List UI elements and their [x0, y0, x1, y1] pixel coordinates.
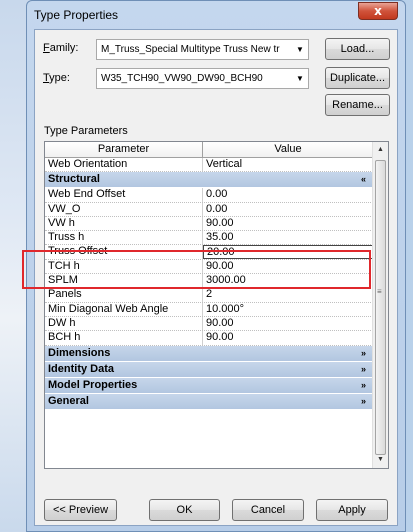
- param-value[interactable]: 2: [203, 288, 373, 301]
- param-name: VW_O: [45, 202, 203, 216]
- table-row[interactable]: TCH h 90.00: [45, 259, 373, 275]
- group-identity-data[interactable]: Identity Data »: [45, 361, 373, 378]
- family-value: M_Truss_Special Multitype Truss New tr: [101, 44, 280, 55]
- ok-button-label: OK: [176, 504, 193, 516]
- param-value[interactable]: 35.00: [203, 231, 373, 244]
- table-row[interactable]: DW h 90.00: [45, 316, 373, 332]
- type-properties-dialog: Type Properties x Family: M_Truss_Specia…: [26, 0, 406, 532]
- table-row[interactable]: Truss Offset 20.00: [45, 245, 373, 260]
- load-button-label: Load...: [340, 43, 375, 55]
- param-value[interactable]: 10.000°: [203, 303, 373, 316]
- table-row[interactable]: SPLM 3000.00: [45, 274, 373, 289]
- group-label: Identity Data: [48, 362, 115, 375]
- table-row[interactable]: Web Orientation Vertical: [45, 158, 373, 173]
- grip-icon: ≡: [377, 287, 382, 296]
- param-value[interactable]: 3000.00: [203, 274, 373, 287]
- dialog-title: Type Properties: [34, 8, 119, 22]
- preview-button[interactable]: << Preview: [44, 499, 117, 521]
- scroll-up-icon[interactable]: ▲: [373, 142, 388, 158]
- param-value[interactable]: 0.00: [203, 203, 373, 216]
- param-value[interactable]: Vertical: [203, 158, 373, 171]
- param-value[interactable]: 90.00: [203, 260, 373, 273]
- duplicate-button-label: Duplicate...: [329, 72, 386, 84]
- type-value: W35_TCH90_VW90_DW90_BCH90: [101, 73, 263, 84]
- column-header-parameter[interactable]: Parameter: [45, 142, 203, 157]
- grid-scrollbar[interactable]: ▲ ≡ ▼: [372, 142, 388, 468]
- type-dropdown[interactable]: W35_TCH90_VW90_DW90_BCH90 ▼: [96, 68, 309, 89]
- group-label: General: [48, 394, 89, 407]
- load-button[interactable]: Load...: [325, 38, 390, 60]
- type-parameters-grid: Parameter Value Web Orientation Vertical…: [44, 141, 389, 469]
- chevron-down-icon: »: [360, 347, 366, 358]
- rename-button[interactable]: Rename...: [325, 94, 390, 116]
- table-row[interactable]: Web End Offset 0.00: [45, 188, 373, 203]
- param-name: BCH h: [45, 331, 203, 345]
- chevron-up-icon: «: [360, 174, 366, 185]
- param-name: VW h: [45, 216, 203, 231]
- chevron-down-icon: »: [360, 363, 366, 374]
- param-name: Web Orientation: [45, 158, 203, 172]
- table-row[interactable]: VW h 90.00: [45, 216, 373, 232]
- group-model-properties[interactable]: Model Properties »: [45, 377, 373, 394]
- scroll-thumb[interactable]: [375, 160, 386, 455]
- param-value[interactable]: 20.00: [203, 245, 373, 259]
- type-parameters-title: Type Parameters: [44, 125, 128, 137]
- param-name: Panels: [45, 288, 203, 302]
- family-label: Family:: [43, 42, 79, 54]
- table-row[interactable]: Min Diagonal Web Angle 10.000°: [45, 302, 373, 317]
- duplicate-button[interactable]: Duplicate...: [325, 67, 390, 89]
- close-button[interactable]: x: [358, 2, 398, 20]
- apply-button-label: Apply: [338, 504, 366, 516]
- group-label: Structural: [48, 173, 100, 186]
- table-row[interactable]: Panels 2: [45, 288, 373, 303]
- chevron-down-icon: »: [360, 379, 366, 390]
- group-structural[interactable]: Structural «: [45, 172, 373, 189]
- grid-header: Parameter Value: [45, 142, 373, 158]
- group-label: Model Properties: [48, 378, 138, 391]
- param-name: Min Diagonal Web Angle: [45, 302, 203, 316]
- column-header-value[interactable]: Value: [203, 142, 373, 157]
- ok-button[interactable]: OK: [149, 499, 220, 521]
- group-label: Dimensions: [48, 346, 111, 359]
- group-dimensions[interactable]: Dimensions »: [45, 345, 373, 362]
- title-bar: Type Properties x: [27, 1, 405, 29]
- preview-button-label: << Preview: [52, 504, 109, 516]
- group-general[interactable]: General »: [45, 393, 373, 410]
- param-value[interactable]: 90.00: [203, 331, 373, 344]
- cancel-button[interactable]: Cancel: [232, 499, 304, 521]
- chevron-down-icon: ▼: [292, 40, 308, 59]
- type-label: Type:: [43, 72, 70, 84]
- param-name: SPLM: [45, 274, 203, 288]
- param-name: Truss h: [45, 231, 203, 245]
- family-dropdown[interactable]: M_Truss_Special Multitype Truss New tr ▼: [96, 39, 309, 60]
- table-row[interactable]: BCH h 90.00: [45, 331, 373, 346]
- param-value[interactable]: 0.00: [203, 188, 373, 201]
- table-row[interactable]: VW_O 0.00: [45, 202, 373, 217]
- param-name: Truss Offset: [45, 245, 203, 259]
- apply-button[interactable]: Apply: [316, 499, 388, 521]
- param-value[interactable]: 90.00: [203, 317, 373, 330]
- scroll-down-icon[interactable]: ▼: [373, 452, 388, 468]
- chevron-down-icon: »: [360, 395, 366, 406]
- dialog-body: Family: M_Truss_Special Multitype Truss …: [34, 29, 398, 526]
- chevron-down-icon: ▼: [292, 69, 308, 88]
- param-name: DW h: [45, 316, 203, 331]
- param-name: Web End Offset: [45, 188, 203, 202]
- table-row[interactable]: Truss h 35.00: [45, 231, 373, 246]
- cancel-button-label: Cancel: [250, 504, 286, 516]
- param-name: TCH h: [45, 259, 203, 274]
- rename-button-label: Rename...: [332, 99, 383, 111]
- param-value[interactable]: 90.00: [203, 217, 373, 230]
